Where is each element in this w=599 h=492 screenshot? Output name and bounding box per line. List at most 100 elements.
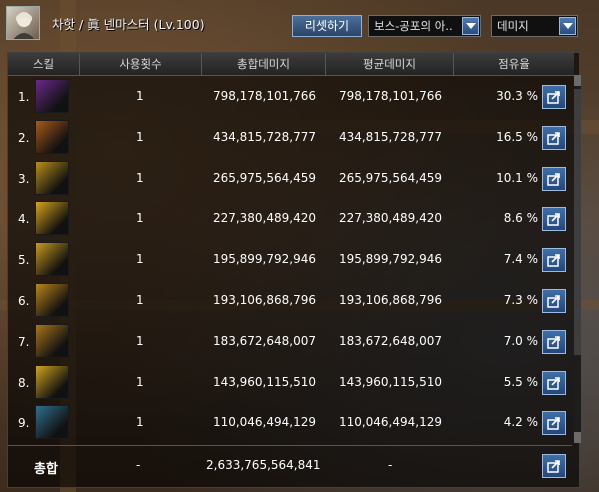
character-avatar <box>6 6 40 40</box>
top-bar: 차핫 / 眞 넨마스터 (Lv.100) 리셋하기 보스-공포의 아.. 데미지 <box>0 0 599 48</box>
row-total-damage: 434,815,728,777 <box>212 129 316 144</box>
share-icon <box>547 295 560 308</box>
row-total-damage: 798,178,101,766 <box>212 89 316 103</box>
table-row: 5. 1 195,899,792,946 195,899,792,946 7.4 % <box>8 240 572 280</box>
row-rank: 2. <box>18 130 30 145</box>
dragon-spiral-skill-icon <box>35 283 69 317</box>
purple-dragon-skill-icon <box>35 79 69 113</box>
row-average-damage: 265,975,564,459 <box>338 170 442 185</box>
row-share: 7.4 % <box>503 252 538 267</box>
table-row: 7. 1 183,672,648,007 183,672,648,007 7.0 % <box>8 322 572 362</box>
row-rank: 1. <box>18 90 30 104</box>
chevron-down-icon[interactable] <box>462 17 479 35</box>
column-header-share: 점유율 <box>498 57 530 71</box>
column-header-skill: 스킬 <box>8 53 80 75</box>
total-label: 총합 <box>34 462 58 477</box>
share-row-button[interactable] <box>542 166 566 191</box>
share-row-button[interactable] <box>542 370 566 395</box>
row-average-damage: 434,815,728,777 <box>338 129 442 144</box>
column-header-total: 총합데미지 <box>202 53 326 75</box>
share-row-button[interactable] <box>542 329 566 354</box>
table-row: 1. 1 798,178,101,766 798,178,101,766 30.3 % <box>8 77 572 117</box>
share-row-button[interactable] <box>542 207 566 232</box>
chevron-down-icon[interactable] <box>559 17 576 35</box>
share-icon <box>547 417 560 431</box>
table-row: 9. 1 110,046,494,129 110,046,494,129 4.2 % <box>8 403 572 443</box>
figure-aura-skill-icon <box>35 364 69 399</box>
row-rank: 4. <box>18 212 30 227</box>
target-dropdown-value: 보스-공포의 아.. <box>374 19 453 33</box>
blue-kick-skill-icon <box>35 405 69 440</box>
share-icon <box>547 131 560 145</box>
row-share: 4.2 % <box>503 415 538 430</box>
total-average: - <box>388 458 393 472</box>
row-total-damage: 143,960,115,510 <box>212 374 316 389</box>
table-row: 6. 1 193,106,868,796 193,106,868,796 7.3 % <box>8 281 572 321</box>
row-rank: 9. <box>18 416 30 431</box>
column-header-uses: 사용횟수 <box>80 53 202 75</box>
scroll-up-arrow-icon[interactable] <box>574 75 581 86</box>
share-row-button[interactable] <box>542 411 566 436</box>
share-icon <box>547 254 560 267</box>
row-rank: 6. <box>18 294 30 308</box>
row-share: 7.3 % <box>503 293 538 307</box>
scroll-down-arrow-icon[interactable] <box>574 432 581 443</box>
row-average-damage: 193,106,868,796 <box>338 293 442 307</box>
row-total-damage: 183,672,648,007 <box>212 333 316 348</box>
row-total-damage: 265,975,564,459 <box>212 170 316 185</box>
row-share: 5.5 % <box>503 374 538 389</box>
character-name: 차핫 / 眞 넨마스터 (Lv.100) <box>52 17 205 32</box>
total-uses: - <box>136 458 141 472</box>
row-uses: 1 <box>136 293 144 307</box>
share-total-button[interactable] <box>542 454 566 478</box>
row-uses: 1 <box>136 170 144 185</box>
reset-button[interactable]: 리셋하기 <box>292 15 362 37</box>
share-icon <box>547 335 560 349</box>
row-average-damage: 143,960,115,510 <box>338 374 442 389</box>
table-row: 8. 1 143,960,115,510 143,960,115,510 5.5 % <box>8 363 572 403</box>
total-damage: 2,633,765,564,841 <box>206 458 321 472</box>
row-uses: 1 <box>136 252 144 267</box>
share-row-button[interactable] <box>542 125 566 150</box>
row-share: 7.0 % <box>503 333 538 348</box>
row-share: 10.1 % <box>496 170 538 185</box>
row-rank: 8. <box>18 375 30 390</box>
damage-table-panel: 스킬 사용횟수 총합데미지 평균데미지 점유율 1. 1 798,178,101,7… <box>7 52 581 488</box>
total-row: 총합 - 2,633,765,564,841 - <box>8 445 572 486</box>
row-average-damage: 183,672,648,007 <box>338 333 442 348</box>
row-uses: 1 <box>136 129 144 144</box>
row-average-damage: 227,380,489,420 <box>338 211 442 226</box>
share-row-button[interactable] <box>542 289 566 313</box>
row-share: 30.3 % <box>496 89 538 103</box>
table-scrollbar[interactable] <box>574 75 581 443</box>
share-row-button[interactable] <box>542 85 566 109</box>
row-average-damage: 110,046,494,129 <box>338 415 442 430</box>
target-dropdown[interactable]: 보스-공포의 아.. <box>368 15 481 37</box>
row-uses: 1 <box>136 89 144 103</box>
fire-orb-skill-icon <box>35 119 69 154</box>
row-uses: 1 <box>136 415 144 430</box>
column-header-average: 평균데미지 <box>326 53 454 75</box>
row-share: 16.5 % <box>496 129 538 144</box>
row-rank: 7. <box>18 334 30 349</box>
row-rank: 5. <box>18 253 30 268</box>
row-share: 8.6 % <box>503 211 538 226</box>
table-header: 스킬 사용횟수 총합데미지 평균데미지 점유율 <box>8 53 574 76</box>
table-row: 2. 1 434,815,728,777 434,815,728,777 16.5 % <box>8 118 572 158</box>
metric-dropdown[interactable]: 데미지 <box>491 15 578 37</box>
lion-face-skill-icon <box>35 160 69 195</box>
golden-dragon-skill-icon <box>35 242 69 277</box>
row-average-damage: 195,899,792,946 <box>338 252 442 267</box>
row-uses: 1 <box>136 374 144 389</box>
share-icon <box>547 91 560 104</box>
table-row: 4. 1 227,380,489,420 227,380,489,420 8.6 % <box>8 199 572 239</box>
row-total-damage: 195,899,792,946 <box>212 252 316 267</box>
share-row-button[interactable] <box>542 248 566 273</box>
row-average-damage: 798,178,101,766 <box>338 89 442 103</box>
table-row: 3. 1 265,975,564,459 265,975,564,459 10.1 % <box>8 159 572 199</box>
row-total-damage: 227,380,489,420 <box>212 211 316 226</box>
share-icon <box>547 376 560 390</box>
row-rank: 3. <box>18 171 30 186</box>
scroll-thumb[interactable] <box>574 89 581 355</box>
row-uses: 1 <box>136 333 144 348</box>
